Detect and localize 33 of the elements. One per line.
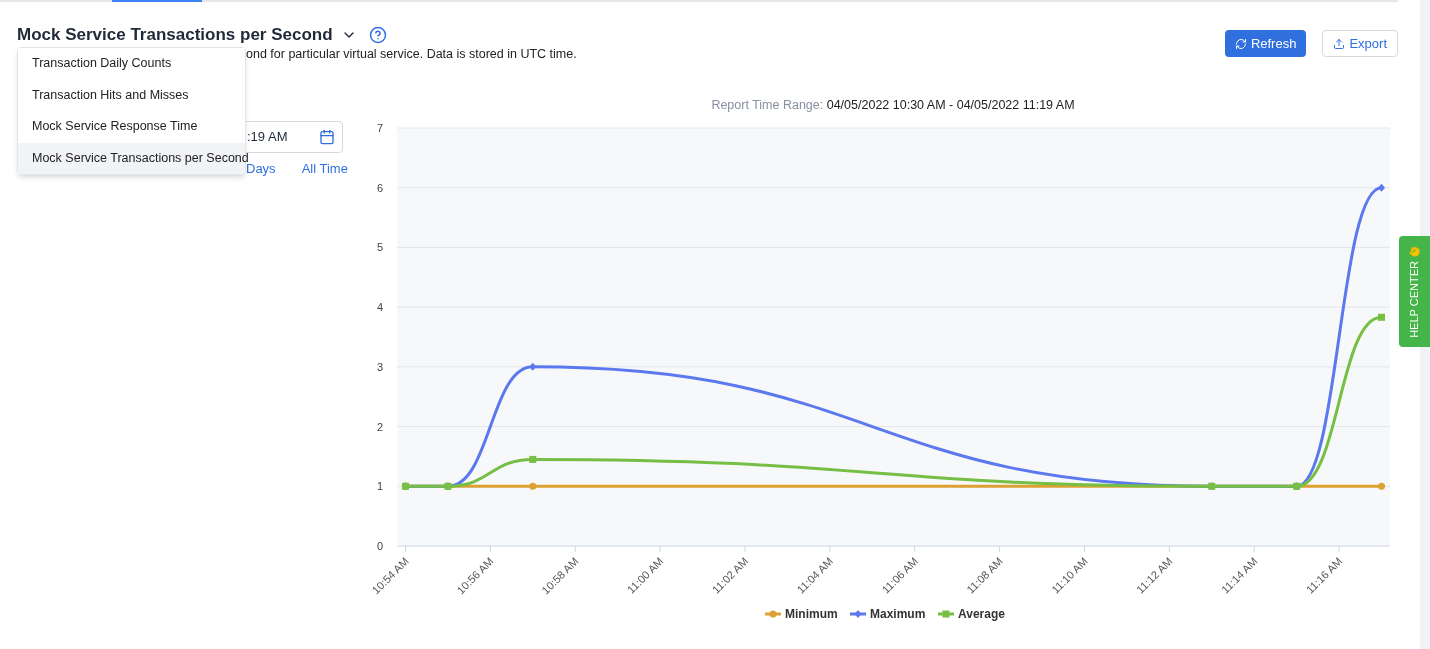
page-title: Mock Service Transactions per Second — [17, 24, 333, 46]
report-range-text: Report Time Range: 04/05/2022 10:30 AM - 04/05/2022 11:19 AM — [711, 96, 1075, 114]
calendar-icon[interactable] — [319, 128, 335, 145]
y-tick-label: 4 — [376, 300, 383, 313]
legend-marker-icon — [850, 609, 866, 618]
legend-label[interactable]: Maximum — [870, 606, 926, 621]
y-tick-label: 3 — [376, 360, 383, 373]
y-tick-label: 1 — [376, 479, 383, 492]
legend-label[interactable]: Average — [958, 606, 1005, 621]
quick-range-link[interactable]: All Time — [301, 158, 348, 179]
menu-item[interactable]: Mock Service Response Time — [18, 111, 245, 143]
y-tick-label: 6 — [376, 181, 383, 194]
point — [529, 362, 537, 371]
help-icon[interactable] — [368, 25, 387, 44]
export-button[interactable]: Export — [1322, 30, 1398, 57]
refresh-button[interactable]: Refresh — [1224, 30, 1307, 57]
legend-marker-icon — [765, 610, 781, 617]
y-tick-label: 7 — [376, 121, 383, 134]
y-tick-label: 2 — [376, 420, 383, 433]
menu-item[interactable]: Transaction Daily Counts — [18, 48, 245, 80]
menu-item[interactable]: Transaction Hits and Misses — [18, 79, 245, 111]
hand-icon — [1409, 245, 1420, 257]
point — [1378, 313, 1386, 321]
upload-icon — [1333, 37, 1346, 50]
point — [1378, 183, 1386, 192]
y-tick-label: 0 — [376, 539, 383, 552]
legend-label[interactable]: Minimum — [785, 606, 838, 621]
refresh-icon — [1234, 37, 1247, 50]
point — [1378, 482, 1386, 490]
legend-marker-icon — [938, 610, 954, 617]
y-tick-label: 5 — [376, 240, 383, 253]
point — [529, 482, 537, 490]
point — [529, 455, 537, 463]
